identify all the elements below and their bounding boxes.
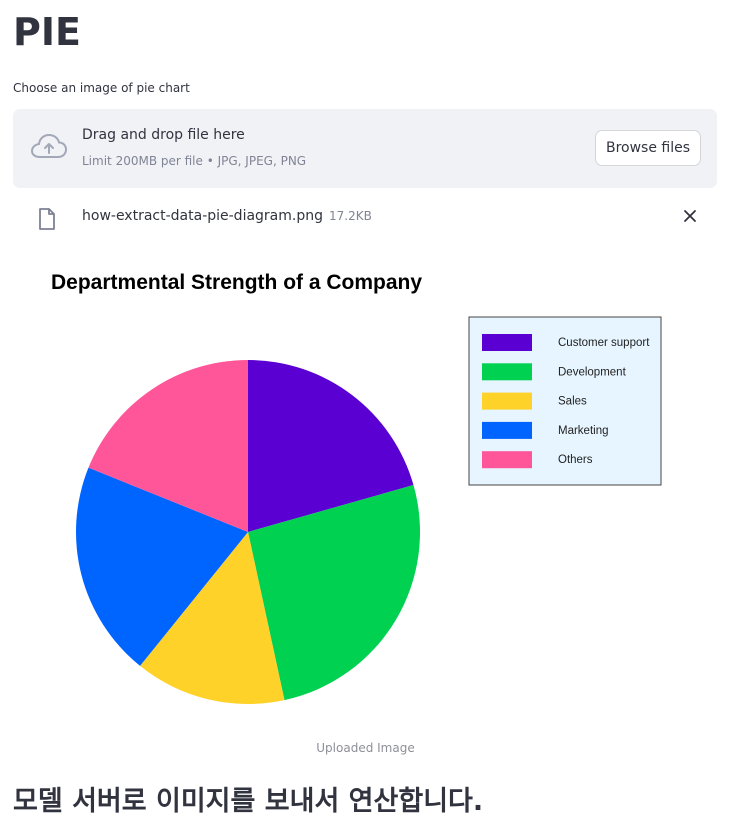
result-heading: 모델 서버로 이미지를 보내서 연산합니다.: [13, 786, 484, 817]
legend-swatch: [482, 392, 532, 410]
chart-legend: Customer support Development Sales Marketin…: [468, 316, 662, 486]
uploaded-file-row: how-extract-data-pie-diagram.png 17.2KB: [13, 199, 717, 235]
legend-swatch: [482, 363, 532, 381]
legend-label: Customer support: [558, 337, 650, 349]
file-icon: [39, 208, 55, 230]
pie-slices: [76, 360, 421, 705]
file-name-text: how-extract-data-pie-diagram.png: [82, 208, 323, 224]
close-icon[interactable]: [682, 208, 698, 224]
chart-title: Departmental Strength of a Company: [51, 271, 422, 294]
legend-swatch: [482, 451, 532, 469]
legend-label: Development: [558, 366, 627, 378]
legend-swatch: [482, 334, 532, 351]
image-caption: Uploaded Image: [316, 741, 415, 755]
dropzone-title: Drag and drop file here: [82, 127, 245, 143]
legend-label: Sales: [558, 396, 587, 408]
cloud-upload-icon: [30, 133, 68, 158]
page-title: PIE: [13, 10, 81, 54]
legend-label: Others: [558, 454, 593, 466]
legend-label: Marketing: [558, 425, 609, 437]
file-dropzone[interactable]: Drag and drop file here Limit 200MB per …: [13, 109, 717, 188]
file-size: 17.2KB: [329, 209, 372, 223]
pie-chart-image: Departmental Strength of a Company Custo…: [51, 271, 662, 705]
upload-limit-text: Limit 200MB per file • JPG, JPEG, PNG: [82, 154, 307, 168]
legend-swatch: [482, 421, 532, 439]
browse-files-button[interactable]: Browse files: [595, 130, 701, 166]
file-uploader-label: Choose an image of pie chart: [13, 81, 190, 95]
uploaded-file-name: how-extract-data-pie-diagram.png 17.2KB: [82, 208, 372, 224]
